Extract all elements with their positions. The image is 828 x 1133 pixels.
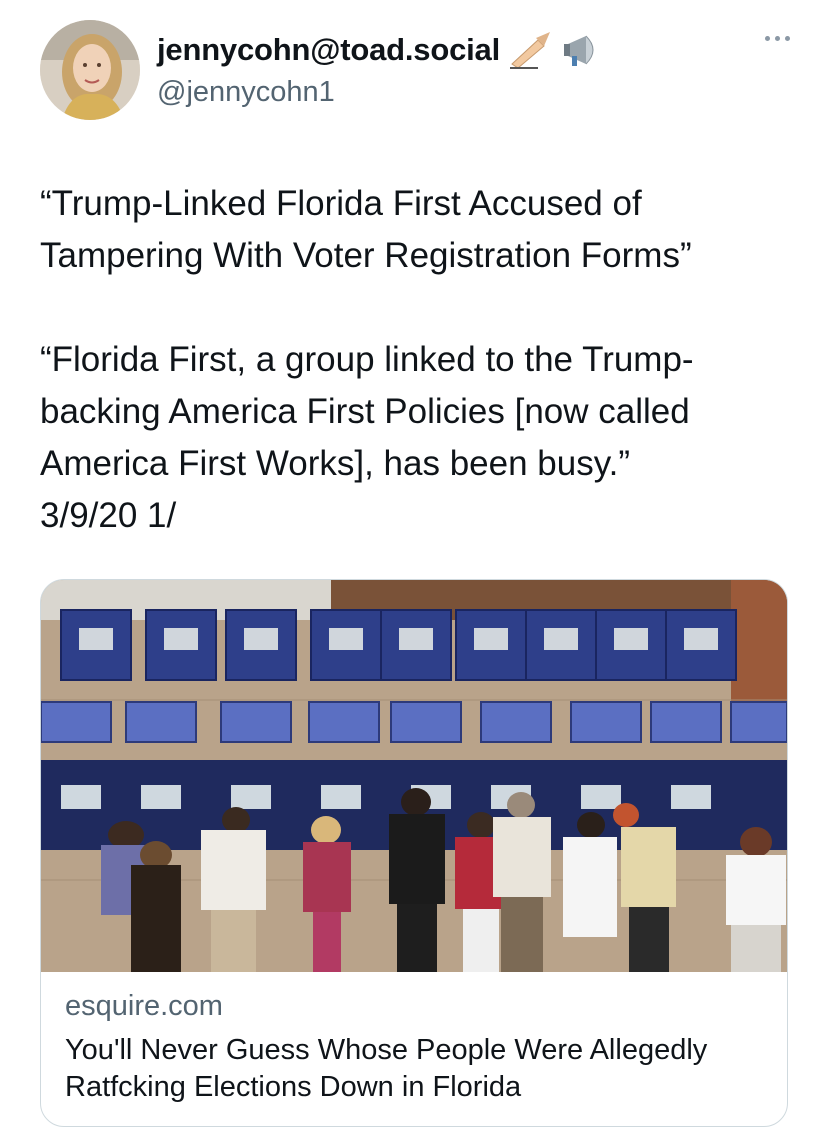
more-options-icon[interactable] — [765, 36, 790, 41]
voting-booths-photo — [41, 580, 787, 972]
more-dot — [775, 36, 780, 41]
card-domain[interactable]: esquire.com — [65, 990, 223, 1023]
tweet-text: “Trump-Linked Florida First Accused of T… — [40, 184, 694, 535]
author-name-row: jennycohn@toad.social — [157, 30, 606, 70]
avatar-photo — [40, 20, 140, 120]
link-card[interactable]: esquire.com You'll Never Guess Whose Peo… — [40, 579, 788, 1127]
more-dot — [765, 36, 770, 41]
author-handle[interactable]: @jennycohn1 — [157, 76, 335, 109]
card-title[interactable]: You'll Never Guess Whose People Were All… — [65, 1032, 765, 1106]
avatar[interactable] — [40, 20, 140, 120]
megaphone-icon — [562, 30, 606, 70]
writing-hand-icon — [508, 30, 554, 70]
more-dot — [785, 36, 790, 41]
display-name[interactable]: jennycohn@toad.social — [157, 32, 500, 68]
